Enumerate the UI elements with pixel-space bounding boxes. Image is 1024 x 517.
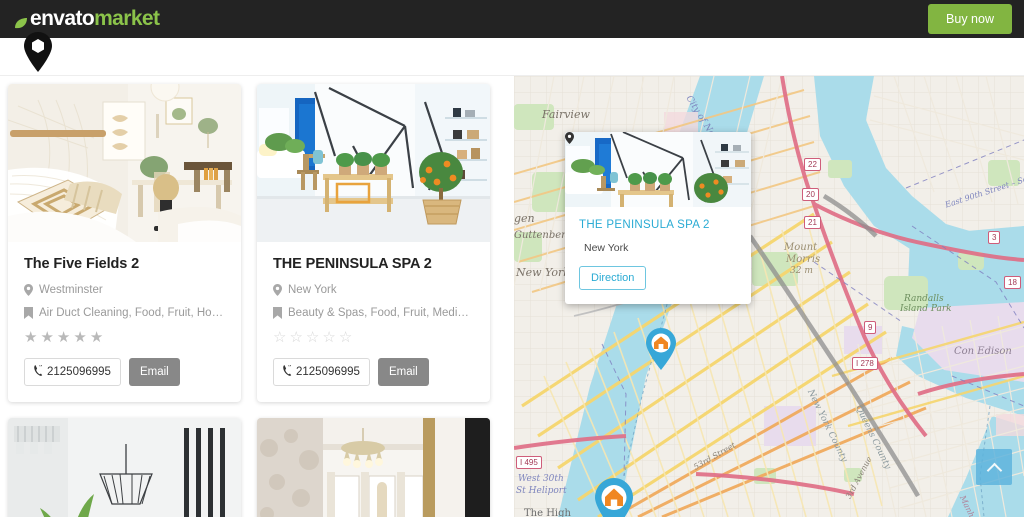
listing-rating: ☆ ☆ ☆ ☆ ☆ <box>273 330 474 345</box>
listing-categories-row: Beauty & Spas, Food, Fruit, Medical ... <box>273 307 474 319</box>
star-outline-icon: ☆ <box>289 329 303 346</box>
buy-now-button[interactable]: Buy now <box>928 4 1012 34</box>
star-outline-icon: ☆ <box>338 329 353 346</box>
star-icon: ★ <box>89 329 104 346</box>
site-header: English ⌄ Home Listings Add Listing Logi… <box>0 38 1024 102</box>
envato-leaf-icon <box>14 13 28 29</box>
content-area: The Five Fields 2 Westminster Air Duct C… <box>0 76 1024 517</box>
listing-title[interactable]: THE PENINSULA SPA 2 <box>273 256 474 272</box>
envato-logo-word-secondary: market <box>94 7 160 30</box>
listing-categories-row: Air Duct Cleaning, Food, Fruit, Home... <box>24 307 225 319</box>
phone-number: 2125096995 <box>296 366 360 378</box>
map-info-popup[interactable]: THE PENINSULA SPA 2 New York Direction <box>565 132 751 304</box>
bookmark-icon <box>273 307 282 319</box>
star-icon: ★ <box>73 329 87 346</box>
email-button[interactable]: Email <box>377 358 429 386</box>
bookmark-icon <box>24 307 33 319</box>
page-root: envatomarket Buy now English ⌄ Home List… <box>0 0 1024 517</box>
brand-map-pin-logo[interactable] <box>22 30 54 74</box>
star-outline-icon: ☆ <box>305 329 320 346</box>
star-icon: ★ <box>56 329 71 346</box>
listing-location: Westminster <box>39 284 103 296</box>
phone-button[interactable]: 2125096995 <box>273 358 370 386</box>
phone-icon <box>34 364 43 379</box>
phone-button[interactable]: 2125096995 <box>24 358 121 386</box>
envato-market-bar: envato market Buy now <box>0 0 1024 38</box>
highway-shield: 18 <box>1004 276 1021 289</box>
envato-logo-word-primary: envato <box>30 7 95 30</box>
listing-card[interactable] <box>257 418 490 517</box>
map-panel[interactable]: Fairview gen Guttenberg New York Mount M… <box>514 76 1024 517</box>
direction-button[interactable]: Direction <box>579 266 647 290</box>
listing-title[interactable]: The Five Fields 2 <box>24 256 225 272</box>
popup-location: New York <box>584 242 629 254</box>
listing-card[interactable]: The Five Fields 2 Westminster Air Duct C… <box>8 84 241 402</box>
highway-shield: I 278 <box>852 357 878 370</box>
listing-actions: 2125096995 Email <box>24 358 225 386</box>
listing-rating: ★ ★ ★ ★ ★ <box>24 330 225 345</box>
highway-shield: 9 <box>864 321 877 334</box>
highway-shield: 21 <box>804 216 821 229</box>
location-pin-icon <box>24 284 33 296</box>
listing-location-row: New York <box>273 284 474 296</box>
envato-logo[interactable]: envato market <box>14 7 160 31</box>
listings-column: The Five Fields 2 Westminster Air Duct C… <box>0 76 514 517</box>
star-icon: ★ <box>40 329 54 346</box>
star-outline-icon: ☆ <box>273 329 287 346</box>
phone-icon <box>283 364 292 379</box>
scroll-to-top-button[interactable] <box>976 449 1012 485</box>
email-button[interactable]: Email <box>128 358 180 386</box>
listing-photo-spa-interior <box>257 84 490 242</box>
location-pin-icon <box>273 284 282 296</box>
star-icon: ★ <box>24 329 38 346</box>
listing-categories: Air Duct Cleaning, Food, Fruit, Home... <box>39 307 225 319</box>
highway-shield: 22 <box>804 158 821 171</box>
listing-location: New York <box>288 284 337 296</box>
highway-shield: 20 <box>802 188 819 201</box>
listing-location-row: Westminster <box>24 284 225 296</box>
phone-number: 2125096995 <box>47 366 111 378</box>
popup-location-row: New York <box>565 132 737 254</box>
popup-body: THE PENINSULA SPA 2 New York Direction <box>565 132 751 304</box>
highway-shield: I 495 <box>516 456 542 469</box>
listing-photo-minimal-interior <box>8 418 241 517</box>
listing-categories: Beauty & Spas, Food, Fruit, Medical ... <box>288 307 474 319</box>
listing-card[interactable]: THE PENINSULA SPA 2 New York Beauty & Sp… <box>257 84 490 402</box>
listing-card-body: THE PENINSULA SPA 2 New York Beauty & Sp… <box>257 242 490 402</box>
star-outline-icon: ☆ <box>322 329 336 346</box>
listing-card-body: The Five Fields 2 Westminster Air Duct C… <box>8 242 241 402</box>
highway-shield: 3 <box>988 231 1001 244</box>
listing-photo-luxury-interior <box>257 418 490 517</box>
listing-photo-boho-interior <box>8 84 241 242</box>
popup-title[interactable]: THE PENINSULA SPA 2 <box>579 219 737 231</box>
popup-photo-spa-interior <box>565 132 751 207</box>
listing-grid: The Five Fields 2 Westminster Air Duct C… <box>8 84 506 517</box>
listing-actions: 2125096995 Email <box>273 358 474 386</box>
listing-card[interactable] <box>8 418 241 517</box>
